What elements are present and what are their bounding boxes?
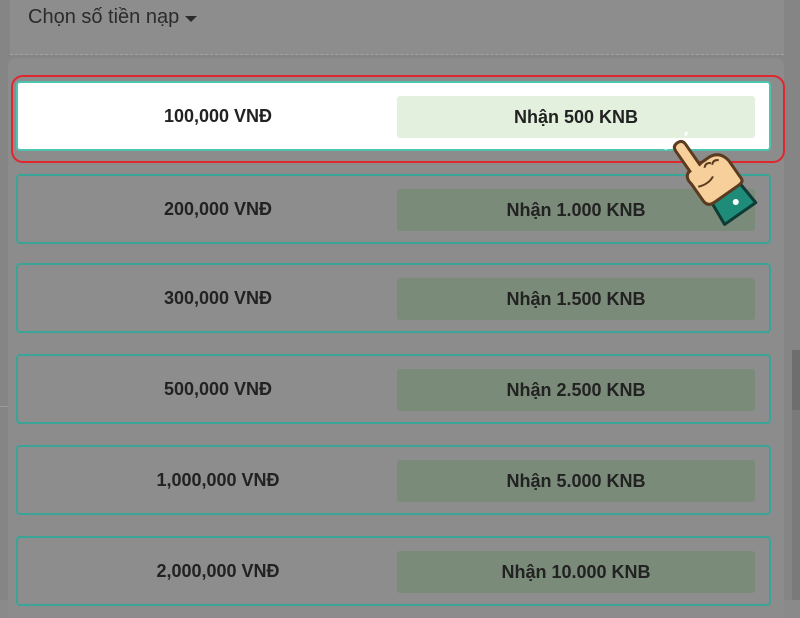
scrollbar[interactable]	[792, 350, 800, 600]
option-amount: 200,000 VNĐ	[163, 199, 273, 219]
option-200000[interactable]: 200,000 VNĐ Nhận 1.000 KNB	[16, 174, 771, 244]
option-100000[interactable]: 100,000 VNĐ Nhận 500 KNB	[16, 81, 771, 151]
pointing-hand-icon	[664, 132, 758, 226]
option-reward: Nhận 5.000 KNB	[397, 460, 755, 502]
option-reward: Nhận 2.500 KNB	[397, 369, 755, 411]
option-amount: 2,000,000 VNĐ	[156, 561, 280, 581]
option-amount: 100,000 VNĐ	[163, 106, 273, 126]
option-reward: Nhận 10.000 KNB	[397, 551, 755, 593]
option-300000[interactable]: 300,000 VNĐ Nhận 1.500 KNB	[16, 263, 771, 333]
caret-down-icon	[185, 15, 198, 22]
option-reward: Nhận 1.500 KNB	[397, 278, 755, 320]
option-1000000[interactable]: 1,000,000 VNĐ Nhận 5.000 KNB	[16, 445, 771, 515]
option-amount: 300,000 VNĐ	[163, 288, 273, 308]
option-500000[interactable]: 500,000 VNĐ Nhận 2.500 KNB	[16, 354, 771, 424]
amount-select-header[interactable]: Chọn số tiền nạp	[0, 0, 800, 56]
amount-select-label: Chọn số tiền nạp	[28, 6, 180, 28]
scrollbar-thumb[interactable]	[792, 350, 800, 410]
amount-select-toggle[interactable]: Chọn số tiền nạp	[28, 6, 198, 29]
option-amount: 1,000,000 VNĐ	[156, 470, 280, 490]
option-2000000[interactable]: 2,000,000 VNĐ Nhận 10.000 KNB	[16, 536, 771, 606]
option-amount: 500,000 VNĐ	[163, 379, 273, 399]
